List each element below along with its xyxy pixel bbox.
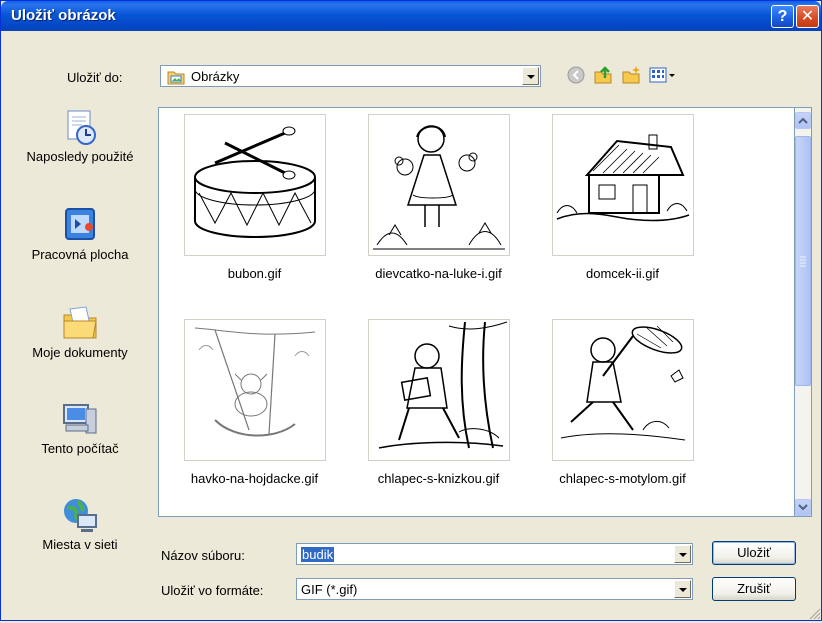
my-computer-icon [60,399,100,439]
scrollbar-thumb[interactable] [795,136,811,386]
place-recent[interactable]: Naposledy použité [9,107,151,165]
places-bar: Naposledy použité Pracovná plocha Moje d… [9,107,151,587]
place-my-computer[interactable]: Tento počítač [9,399,151,457]
place-my-documents[interactable]: Moje dokumenty [9,303,151,361]
file-list[interactable]: bubon.gif dievcatko-na-luke-i.gif domcek… [158,107,795,517]
my-documents-icon [60,303,100,343]
file-name: dievcatko-na-luke-i.gif [375,266,502,281]
file-name: chlapec-s-knizkou.gif [377,471,500,486]
save-button[interactable]: Uložiť [712,541,796,565]
vertical-scrollbar[interactable] [795,107,812,517]
place-label: Naposledy použité [26,149,134,164]
format-dropdown[interactable]: GIF (*.gif) [296,578,693,600]
scroll-up-button[interactable] [795,112,811,129]
cancel-button[interactable]: Zrušiť [712,577,796,601]
folder-icon [167,69,185,88]
place-network[interactable]: Miesta v sieti [9,495,151,553]
place-label: Miesta v sieti [42,537,118,552]
save-in-dropdown[interactable]: Obrázky [160,65,541,87]
file-name: bubon.gif [227,266,282,281]
file-name: domcek-ii.gif [586,266,659,281]
help-button[interactable]: ? [771,5,794,28]
file-name: chlapec-s-motylom.gif [559,471,686,486]
chevron-down-icon[interactable] [522,67,539,85]
place-label: Moje dokumenty [32,345,128,360]
desktop-icon [60,205,100,245]
chevron-down-icon[interactable] [674,545,691,563]
close-button[interactable]: ✕ [796,5,819,28]
cancel-button-label: Zrušiť [737,581,771,596]
place-desktop[interactable]: Pracovná plocha [9,205,151,263]
scroll-down-button[interactable] [795,499,811,516]
thumbnail-boy-with-butterfly[interactable] [552,319,694,461]
thumbnail-boy-with-book[interactable] [368,319,510,461]
network-places-icon [60,495,100,535]
filename-label: Názov súboru: [161,548,245,563]
save-button-label: Uložiť [737,545,771,560]
thumbnail-house[interactable] [552,114,694,256]
save-in-value: Obrázky [191,69,240,84]
file-name: havko-na-hojdacke.gif [190,471,319,486]
place-label: Pracovná plocha [31,247,129,262]
thumbnail-drum[interactable] [184,114,326,256]
format-value: GIF (*.gif) [301,582,358,597]
title-bar[interactable]: Uložiť obrázok ? ✕ [1,1,821,31]
save-image-dialog: Uložiť obrázok ? ✕ Uložiť do: Obrázky Na… [0,0,822,621]
chevron-down-icon[interactable] [674,580,691,598]
back-icon[interactable] [566,65,586,85]
new-folder-icon[interactable] [621,65,641,85]
filename-value: budik [301,547,335,562]
view-menu-icon[interactable] [648,65,678,85]
thumbnail-dog-on-swing[interactable] [184,319,326,461]
up-folder-icon[interactable] [593,65,613,85]
filename-input[interactable]: budik [296,543,693,565]
window-title: Uložiť obrázok [11,7,116,24]
save-in-label: Uložiť do: [67,70,123,85]
thumbnail-girl-on-meadow[interactable] [368,114,510,256]
format-label: Uložiť vo formáte: [161,583,264,598]
place-label: Tento počítač [41,441,119,456]
recent-icon [60,107,100,147]
resize-grip-icon[interactable] [807,606,821,623]
